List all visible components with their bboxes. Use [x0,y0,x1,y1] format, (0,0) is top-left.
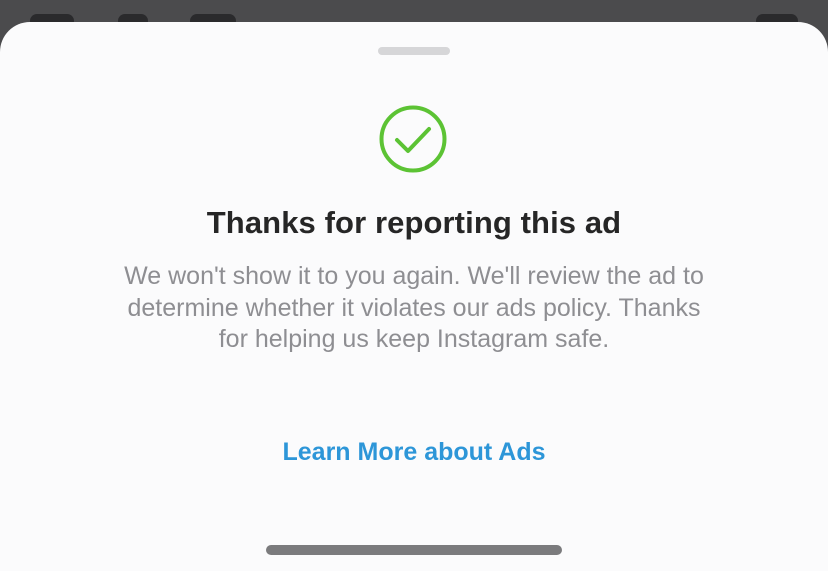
sheet-grabber[interactable] [378,47,450,55]
confirmation-message: We won't show it to you again. We'll rev… [124,262,704,353]
report-confirmation-sheet: Thanks for reporting this ad We won't sh… [0,22,828,571]
confirmation-title: Thanks for reporting this ad [206,205,622,240]
check-circle-icon [379,105,447,173]
learn-more-about-ads-link[interactable]: Learn More about Ads [0,438,828,467]
home-indicator[interactable] [266,545,562,555]
